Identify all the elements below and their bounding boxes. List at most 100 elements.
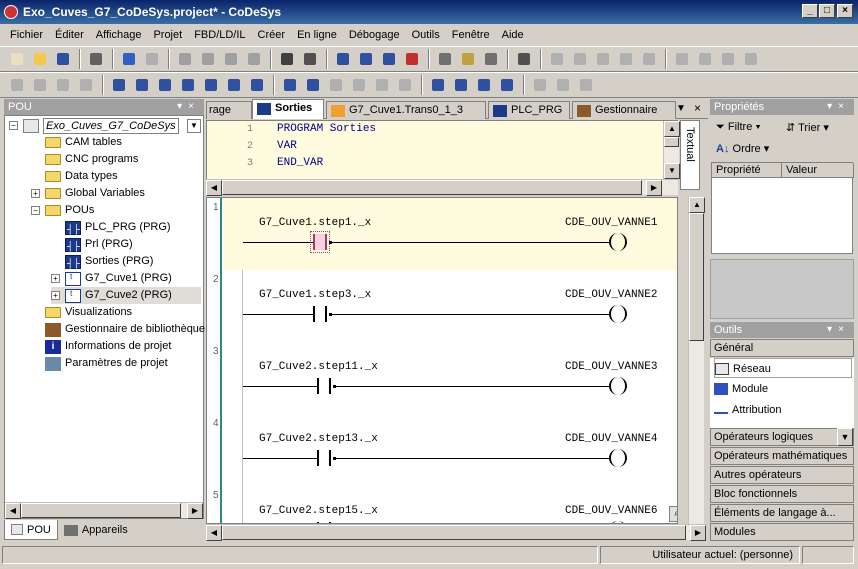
tab-partial[interactable]: rage [206, 101, 252, 119]
decl-horizontal-scrollbar[interactable]: ◀ ▶ [206, 179, 678, 196]
menu-fenetre[interactable]: Fenêtre [452, 29, 490, 41]
tab-close-icon[interactable]: × [694, 101, 701, 115]
negation-icon[interactable] [531, 76, 549, 94]
paste-icon[interactable] [222, 50, 240, 68]
decl-line-1[interactable]: PROGRAM Sorties [277, 123, 376, 135]
replace-icon[interactable] [301, 50, 319, 68]
insert-box-icon[interactable] [281, 76, 299, 94]
coil-variable[interactable]: CDE_OUV_VANNE4 [565, 433, 657, 445]
step-into-icon[interactable] [696, 50, 714, 68]
tool-module[interactable]: Module [714, 379, 768, 399]
order-button[interactable]: A↓ Ordre ▾ [716, 142, 769, 155]
step-out-icon[interactable] [719, 50, 737, 68]
insert-network-after-icon[interactable] [31, 76, 49, 94]
contact-variable[interactable]: G7_Cuve2.step11._x [259, 361, 378, 373]
tools-category-modules[interactable]: Modules [710, 523, 854, 541]
tools-category-logical[interactable]: Opérateurs logiques ▼ [710, 428, 854, 446]
tool-reseau[interactable]: Réseau [714, 358, 852, 378]
logout-icon[interactable] [571, 50, 589, 68]
insert-branch-above-icon[interactable] [452, 76, 470, 94]
undo-icon[interactable] [120, 50, 138, 68]
add-object-icon[interactable] [459, 50, 477, 68]
maximize-button[interactable]: □ [819, 4, 835, 18]
copy-icon[interactable] [199, 50, 217, 68]
new-file-icon[interactable] [8, 50, 26, 68]
clean-icon[interactable] [380, 50, 398, 68]
insert-negated-contact-icon[interactable] [133, 76, 151, 94]
panel-buttons[interactable]: ▾× [177, 99, 200, 115]
contact-variable[interactable]: G7_Cuve1.step1._x [259, 217, 371, 229]
contact[interactable] [317, 450, 331, 466]
set-reset-icon[interactable] [577, 76, 595, 94]
panel-buttons[interactable]: ▾× [827, 99, 850, 115]
tab-plc-prg[interactable]: PLC_PRG [488, 101, 570, 119]
insert-parallel-contact-icon[interactable] [156, 76, 174, 94]
insert-assignment-icon[interactable] [54, 76, 72, 94]
tab-list-dropdown[interactable]: ▼ [676, 103, 686, 114]
set-branch-start-icon[interactable] [498, 76, 516, 94]
project-dropdown[interactable]: ▼ [187, 119, 201, 133]
column-propriete[interactable]: Propriété [712, 163, 782, 178]
decl-line-3[interactable]: END_VAR [277, 157, 323, 169]
menu-editer[interactable]: Éditer [55, 29, 84, 41]
decl-line-2[interactable]: VAR [277, 140, 297, 152]
sort-button[interactable]: ⇵ Trier ▾ [786, 121, 829, 134]
tab-pou[interactable]: POU [4, 520, 58, 540]
tree-project-root[interactable]: − Exo_Cuves_G7_CoDeSys ▼ [9, 117, 201, 134]
print-icon[interactable] [87, 50, 105, 68]
start-icon[interactable] [594, 50, 612, 68]
device-icon[interactable] [515, 50, 533, 68]
rebuild-icon[interactable] [357, 50, 375, 68]
menu-fbd-ld-il[interactable]: FBD/LD/IL [194, 29, 245, 41]
tools-category-function-blocks[interactable]: Bloc fonctionnels [710, 485, 854, 503]
step-over-icon[interactable] [673, 50, 691, 68]
insert-reset-coil-icon[interactable] [248, 76, 266, 94]
column-valeur[interactable]: Valeur [782, 163, 854, 178]
stop-build-icon[interactable] [403, 50, 421, 68]
windows-icon[interactable] [436, 50, 454, 68]
tab-g7-cuve1-trans[interactable]: G7_Cuve1.Trans0_1_3 [326, 101, 486, 119]
ladder-scrollbar[interactable]: ▲ [688, 197, 705, 524]
tools-category-language-elements[interactable]: Éléments de langage à... [710, 504, 854, 522]
delete-icon[interactable] [245, 50, 263, 68]
zoom-icon[interactable]: ⌕ [669, 506, 677, 522]
properties-icon[interactable] [482, 50, 500, 68]
insert-network-icon[interactable] [8, 76, 26, 94]
reset-icon[interactable] [640, 50, 658, 68]
find-icon[interactable] [278, 50, 296, 68]
stop-icon[interactable] [617, 50, 635, 68]
close-button[interactable]: × [837, 4, 853, 18]
insert-input-icon[interactable] [327, 76, 345, 94]
run-to-cursor-icon[interactable] [742, 50, 760, 68]
tab-sorties[interactable]: Sorties [252, 99, 324, 119]
tree-item-g7-cuve2[interactable]: +G7_Cuve2 (PRG) [51, 287, 201, 304]
panel-buttons[interactable]: ▾× [827, 322, 850, 338]
minimize-button[interactable]: _ [802, 4, 818, 18]
insert-branch-icon[interactable] [429, 76, 447, 94]
save-icon[interactable] [54, 50, 72, 68]
insert-jump-icon[interactable] [77, 76, 95, 94]
contact[interactable] [317, 378, 331, 394]
coil-variable[interactable]: CDE_OUV_VANNE6 [565, 505, 657, 517]
contact-variable[interactable]: G7_Cuve2.step15._x [259, 505, 378, 517]
menu-debogage[interactable]: Débogage [349, 29, 400, 41]
tab-gestionnaire[interactable]: Gestionnaire [572, 101, 676, 119]
tab-appareils[interactable]: Appareils [58, 520, 134, 540]
login-icon[interactable] [548, 50, 566, 68]
coil[interactable] [609, 305, 627, 323]
menu-creer[interactable]: Créer [258, 29, 286, 41]
declaration-editor[interactable]: 1 2 3 PROGRAM Sorties VAR END_VAR ▲ ▼ [206, 120, 680, 180]
menu-outils[interactable]: Outils [412, 29, 440, 41]
insert-label-icon[interactable] [396, 76, 414, 94]
tools-category-math[interactable]: Opérateurs mathématiques [710, 447, 854, 465]
cut-icon[interactable] [176, 50, 194, 68]
tools-category-other[interactable]: Autres opérateurs [710, 466, 854, 484]
redo-icon[interactable] [143, 50, 161, 68]
contact-variable[interactable]: G7_Cuve2.step13._x [259, 433, 378, 445]
decl-vertical-scrollbar[interactable]: ▲ ▼ [663, 121, 680, 179]
filter-button[interactable]: ⏷ Filtre ▾ [716, 121, 761, 134]
coil-variable[interactable]: CDE_OUV_VANNE1 [565, 217, 657, 229]
build-icon[interactable] [334, 50, 352, 68]
menu-fichier[interactable]: Fichier [10, 29, 43, 41]
menu-en-ligne[interactable]: En ligne [297, 29, 337, 41]
